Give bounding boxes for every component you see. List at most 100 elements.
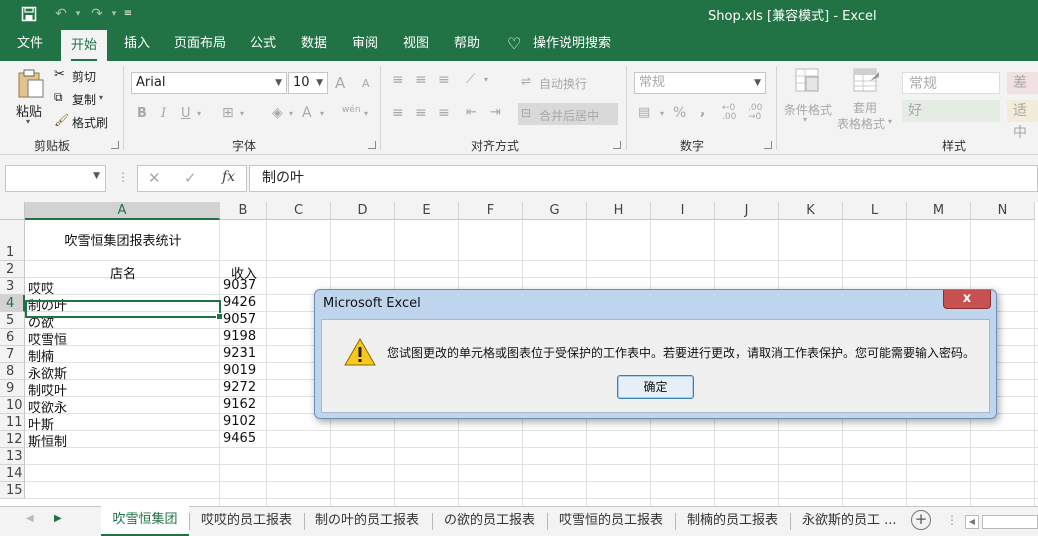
row-header-6[interactable]: 6 xyxy=(0,329,25,346)
sheet-tab-2[interactable]: 制の叶的员工报表 xyxy=(315,507,419,536)
font-color-icon[interactable]: A xyxy=(302,105,312,121)
save-icon[interactable] xyxy=(18,4,40,23)
tab-file[interactable]: 文件 xyxy=(17,27,43,61)
percent-button[interactable]: % xyxy=(673,105,686,121)
format-as-table-button[interactable]: 套用 xyxy=(853,99,877,116)
scroll-tabs-left-icon[interactable]: ◀ xyxy=(26,513,34,524)
cell-income[interactable]: 9037 xyxy=(223,278,256,293)
row-header-1[interactable]: 1 xyxy=(0,220,25,261)
sheet-tab-6[interactable]: 永欲斯的员工 ... xyxy=(802,507,897,536)
column-header-d[interactable]: D xyxy=(331,202,395,220)
column-header-a[interactable]: A xyxy=(25,202,220,220)
insert-function-icon[interactable]: fx xyxy=(222,169,235,185)
format-as-table-label[interactable]: 表格格式 xyxy=(837,115,885,132)
format-painter-button[interactable]: 格式刷 xyxy=(72,114,108,131)
font-color-dropdown-icon[interactable]: ▾ xyxy=(320,109,324,118)
font-name-combo[interactable]: Arial ▼ xyxy=(131,72,287,94)
column-header-m[interactable]: M xyxy=(907,202,971,220)
copy-button[interactable]: 复制 xyxy=(72,91,96,108)
row-header-12[interactable]: 12 xyxy=(0,431,25,448)
cell-income[interactable]: 9162 xyxy=(223,397,256,412)
column-header-f[interactable]: F xyxy=(459,202,523,220)
tab-insert[interactable]: 插入 xyxy=(124,27,150,61)
column-header-c[interactable]: C xyxy=(267,202,331,220)
comma-button[interactable]: , xyxy=(700,103,705,119)
conditional-formatting-button[interactable]: 条件格式 xyxy=(784,101,832,118)
row-header-2[interactable]: 2 xyxy=(0,261,25,278)
formula-input[interactable]: 制の叶 xyxy=(249,165,1038,192)
sheet-title[interactable]: 吹雪恒集团报表统计 xyxy=(25,230,221,249)
fill-color-icon[interactable]: ◈ xyxy=(272,105,283,121)
italic-button[interactable]: I xyxy=(161,106,166,121)
number-launcher-icon[interactable] xyxy=(764,141,772,149)
column-header-j[interactable]: J xyxy=(715,202,779,220)
cell-income[interactable]: 9426 xyxy=(223,295,256,310)
font-launcher-icon[interactable] xyxy=(368,141,376,149)
format-as-table-dropdown-icon[interactable]: ▾ xyxy=(888,117,892,126)
undo-dropdown-icon[interactable]: ▾ xyxy=(72,4,84,23)
scroll-tabs-right-icon[interactable]: ▶ xyxy=(54,513,62,524)
cut-button[interactable]: 剪切 xyxy=(72,68,96,85)
style-normal[interactable]: 常规 xyxy=(902,72,1000,94)
column-header-k[interactable]: K xyxy=(779,202,843,220)
row-header-8[interactable]: 8 xyxy=(0,363,25,380)
ok-button[interactable]: 确定 xyxy=(617,375,694,399)
copy-dropdown-icon[interactable]: ▾ xyxy=(99,93,103,102)
tab-data[interactable]: 数据 xyxy=(301,27,327,61)
horizontal-scrollbar[interactable] xyxy=(982,515,1038,529)
cell-income[interactable]: 9198 xyxy=(223,329,256,344)
tab-home[interactable]: 开始 xyxy=(61,30,108,61)
hscroll-left-icon[interactable]: ◀ xyxy=(965,515,979,529)
align-bottom-icon[interactable]: ≡ xyxy=(438,72,450,88)
column-header-b[interactable]: B xyxy=(220,202,267,220)
shrink-font-icon[interactable]: A xyxy=(362,77,370,90)
phonetic-dropdown-icon[interactable]: ▾ xyxy=(364,109,368,118)
redo-dropdown-icon[interactable]: ▾ xyxy=(108,4,120,23)
column-header-i[interactable]: I xyxy=(651,202,715,220)
row-header-9[interactable]: 9 xyxy=(0,380,25,397)
customize-toolbar-icon[interactable]: ≡ xyxy=(121,4,135,23)
redo-icon[interactable]: ↷ xyxy=(86,4,108,23)
column-header-l[interactable]: L xyxy=(843,202,907,220)
sheet-tab-3[interactable]: の欲的员工报表 xyxy=(444,507,535,536)
conditional-formatting-dropdown-icon[interactable]: ▾ xyxy=(803,115,807,124)
paste-icon[interactable] xyxy=(17,69,45,102)
lightbulb-icon[interactable]: ♡ xyxy=(507,27,521,61)
merge-center-button[interactable]: ⊟ 合并后居中 xyxy=(518,103,618,125)
column-header-e[interactable]: E xyxy=(395,202,459,220)
column-header-g[interactable]: G xyxy=(523,202,587,220)
row-header-11[interactable]: 11 xyxy=(0,414,25,431)
sheet-tab-5[interactable]: 制楠的员工报表 xyxy=(687,507,778,536)
header-name[interactable]: 店名 xyxy=(25,263,221,282)
name-box[interactable]: ▼ xyxy=(5,165,106,192)
clipboard-launcher-icon[interactable] xyxy=(111,141,119,149)
dialog-close-button[interactable]: x xyxy=(943,290,991,309)
fill-color-dropdown-icon[interactable]: ▾ xyxy=(289,109,293,118)
select-all-corner[interactable] xyxy=(0,202,25,220)
cell-income[interactable]: 9272 xyxy=(223,380,256,395)
tab-formulas[interactable]: 公式 xyxy=(250,27,276,61)
cell-income[interactable]: 9465 xyxy=(223,431,256,446)
row-header-13[interactable]: 13 xyxy=(0,448,25,465)
column-header-n[interactable]: N xyxy=(971,202,1035,220)
tell-me-search[interactable]: 操作说明搜索 xyxy=(533,27,611,61)
font-size-combo[interactable]: 10 ▼ xyxy=(288,72,328,94)
orientation-dropdown-icon[interactable]: ▾ xyxy=(484,75,488,84)
style-good[interactable]: 好 xyxy=(902,100,1000,122)
borders-icon[interactable]: ⊞ xyxy=(222,105,234,121)
cell-store-name[interactable]: 斯恒制 xyxy=(28,431,67,450)
sheet-tab-4[interactable]: 哎雪恒的员工报表 xyxy=(559,507,663,536)
decrease-indent-icon[interactable]: ⇤ xyxy=(466,105,477,120)
borders-dropdown-icon[interactable]: ▾ xyxy=(240,109,244,118)
number-format-combo[interactable]: 常规 ▼ xyxy=(634,72,766,94)
row-header-4[interactable]: 4 xyxy=(0,295,25,312)
align-center-icon[interactable]: ≡ xyxy=(415,105,427,121)
align-right-icon[interactable]: ≡ xyxy=(438,105,450,121)
paste-dropdown-icon[interactable]: ▾ xyxy=(26,117,30,126)
cancel-icon[interactable]: ✕ xyxy=(148,169,161,187)
sheet-tab-0[interactable]: 吹雪恒集团 xyxy=(101,506,189,536)
align-middle-icon[interactable]: ≡ xyxy=(415,72,427,88)
underline-dropdown-icon[interactable]: ▾ xyxy=(197,109,201,118)
orientation-icon[interactable]: ⟋ xyxy=(466,72,475,87)
new-sheet-icon[interactable]: + xyxy=(911,510,931,530)
